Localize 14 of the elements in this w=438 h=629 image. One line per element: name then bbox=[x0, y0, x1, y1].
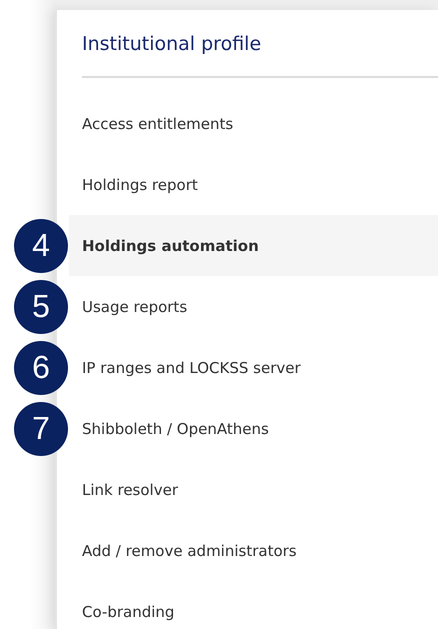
menu-item[interactable]: Holdings automation bbox=[69, 215, 438, 276]
step-number-badge: 4 bbox=[14, 218, 68, 272]
menu-item[interactable]: IP ranges and LOCKSS server bbox=[69, 337, 438, 398]
menu-item[interactable]: Holdings report bbox=[69, 154, 438, 215]
sidebar-heading: Institutional profile bbox=[82, 10, 438, 78]
step-number-badge: 7 bbox=[14, 402, 68, 456]
menu-item[interactable]: Access entitlements bbox=[69, 93, 438, 154]
step-number-badge: 6 bbox=[14, 340, 68, 394]
menu-item[interactable]: Link resolver bbox=[69, 459, 438, 520]
menu-item[interactable]: Usage reports bbox=[69, 276, 438, 337]
menu-item[interactable]: Co-branding bbox=[69, 581, 438, 629]
menu-item[interactable]: Add / remove administrators bbox=[69, 520, 438, 581]
step-number-badge: 5 bbox=[14, 280, 68, 334]
menu-item[interactable]: Shibboleth / OpenAthens bbox=[69, 398, 438, 459]
